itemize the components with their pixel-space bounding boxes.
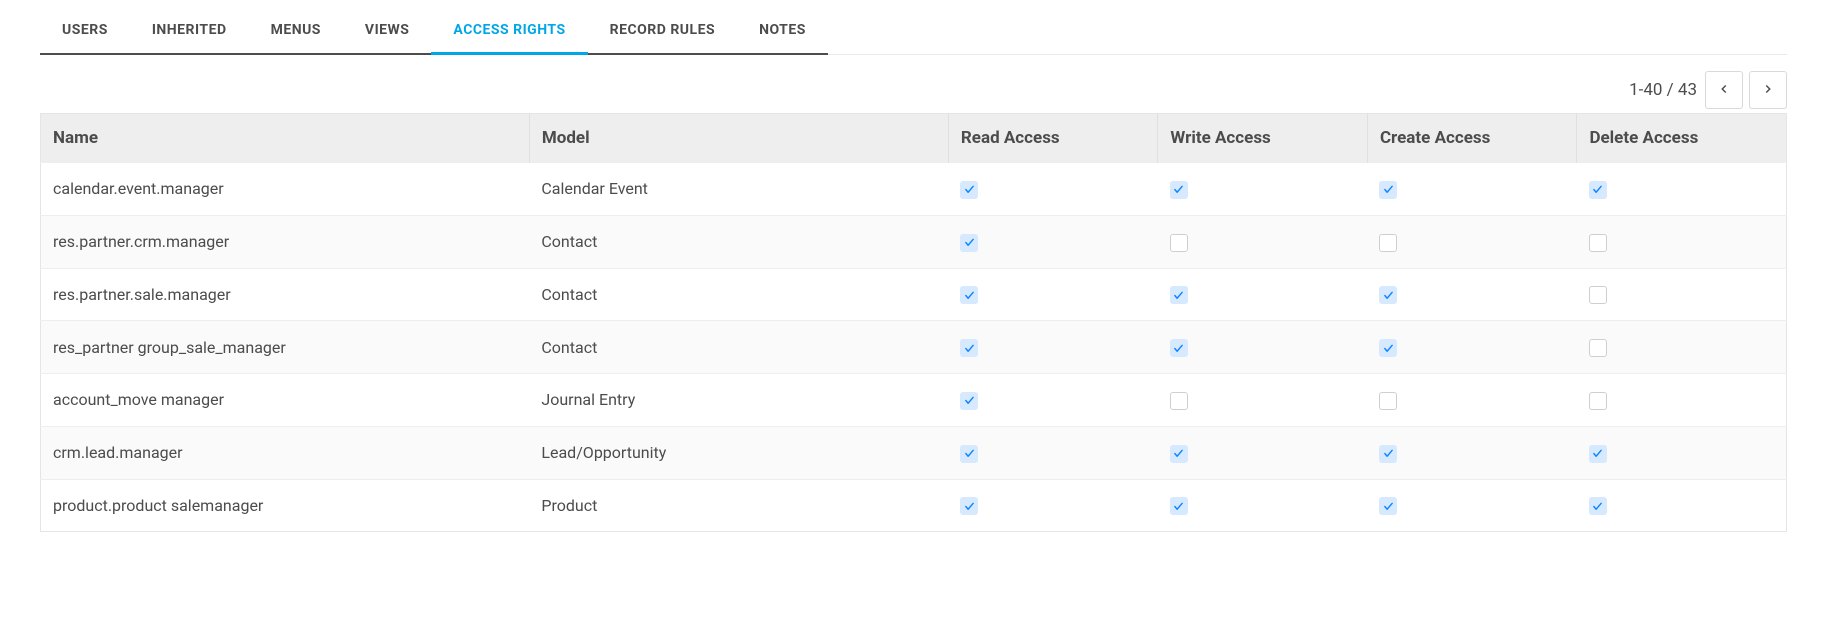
cell-read [948,374,1158,427]
tab-menus[interactable]: MENUS [249,8,343,55]
checkbox-delete[interactable] [1589,392,1607,410]
checkbox-delete[interactable] [1589,445,1607,463]
cell-create [1367,163,1577,216]
table-row[interactable]: product.product salemanagerProduct [41,479,1787,532]
checkbox-read[interactable] [960,445,978,463]
table-row[interactable]: res_partner group_sale_managerContact [41,321,1787,374]
tab-inherited[interactable]: INHERITED [130,8,249,55]
cell-model: Journal Entry [529,374,948,427]
chevron-right-icon [1761,82,1775,99]
chevron-left-icon [1717,82,1731,99]
checkbox-delete[interactable] [1589,286,1607,304]
cell-create [1367,268,1577,321]
cell-delete [1577,374,1787,427]
cell-name: res.partner.crm.manager [41,215,530,268]
cell-name: account_move manager [41,374,530,427]
cell-write [1158,321,1368,374]
checkbox-delete[interactable] [1589,181,1607,199]
pager-prev-button[interactable] [1705,71,1743,109]
cell-write [1158,374,1368,427]
checkbox-delete[interactable] [1589,339,1607,357]
cell-read [948,215,1158,268]
cell-delete [1577,163,1787,216]
cell-model: Contact [529,321,948,374]
table-row[interactable]: account_move managerJournal Entry [41,374,1787,427]
checkbox-write[interactable] [1170,497,1188,515]
tab-views[interactable]: VIEWS [343,8,432,55]
checkbox-read[interactable] [960,234,978,252]
pager-next-button[interactable] [1749,71,1787,109]
table-row[interactable]: calendar.event.managerCalendar Event [41,163,1787,216]
checkbox-write[interactable] [1170,286,1188,304]
pager-text: 1-40 / 43 [1629,80,1697,100]
checkbox-read[interactable] [960,339,978,357]
checkbox-create[interactable] [1379,339,1397,357]
checkbox-read[interactable] [960,286,978,304]
cell-write [1158,163,1368,216]
cell-model: Product [529,479,948,532]
table-row[interactable]: res.partner.sale.managerContact [41,268,1787,321]
checkbox-create[interactable] [1379,445,1397,463]
checkbox-delete[interactable] [1589,497,1607,515]
tab-access-rights[interactable]: ACCESS RIGHTS [431,8,587,55]
cell-name: product.product salemanager [41,479,530,532]
table-row[interactable]: crm.lead.managerLead/Opportunity [41,426,1787,479]
checkbox-write[interactable] [1170,392,1188,410]
checkbox-read[interactable] [960,392,978,410]
tabs-bar: USERSINHERITEDMENUSVIEWSACCESS RIGHTSREC… [40,8,1787,55]
checkbox-create[interactable] [1379,497,1397,515]
checkbox-create[interactable] [1379,234,1397,252]
cell-delete [1577,479,1787,532]
cell-write [1158,479,1368,532]
table-row[interactable]: res.partner.crm.managerContact [41,215,1787,268]
pager: 1-40 / 43 [40,71,1787,109]
cell-name: res.partner.sale.manager [41,268,530,321]
cell-write [1158,426,1368,479]
col-header-name[interactable]: Name [41,114,530,163]
checkbox-write[interactable] [1170,445,1188,463]
col-header-create[interactable]: Create Access [1367,114,1577,163]
cell-create [1367,479,1577,532]
cell-delete [1577,268,1787,321]
cell-read [948,321,1158,374]
tab-record-rules[interactable]: RECORD RULES [588,8,737,55]
access-rights-table: Name Model Read Access Write Access Crea… [40,113,1787,532]
cell-model: Contact [529,215,948,268]
checkbox-create[interactable] [1379,286,1397,304]
cell-delete [1577,321,1787,374]
col-header-delete[interactable]: Delete Access [1577,114,1787,163]
cell-name: calendar.event.manager [41,163,530,216]
cell-name: res_partner group_sale_manager [41,321,530,374]
cell-read [948,426,1158,479]
cell-model: Calendar Event [529,163,948,216]
cell-model: Lead/Opportunity [529,426,948,479]
checkbox-write[interactable] [1170,181,1188,199]
cell-delete [1577,426,1787,479]
cell-read [948,163,1158,216]
checkbox-read[interactable] [960,181,978,199]
cell-create [1367,426,1577,479]
cell-write [1158,268,1368,321]
cell-create [1367,321,1577,374]
cell-model: Contact [529,268,948,321]
checkbox-write[interactable] [1170,234,1188,252]
cell-read [948,479,1158,532]
checkbox-write[interactable] [1170,339,1188,357]
cell-delete [1577,215,1787,268]
cell-write [1158,215,1368,268]
col-header-model[interactable]: Model [529,114,948,163]
checkbox-create[interactable] [1379,181,1397,199]
cell-read [948,268,1158,321]
tab-users[interactable]: USERS [40,8,130,55]
col-header-write[interactable]: Write Access [1158,114,1368,163]
checkbox-create[interactable] [1379,392,1397,410]
checkbox-read[interactable] [960,497,978,515]
tab-notes[interactable]: NOTES [737,8,828,55]
col-header-read[interactable]: Read Access [948,114,1158,163]
cell-create [1367,215,1577,268]
checkbox-delete[interactable] [1589,234,1607,252]
cell-name: crm.lead.manager [41,426,530,479]
cell-create [1367,374,1577,427]
